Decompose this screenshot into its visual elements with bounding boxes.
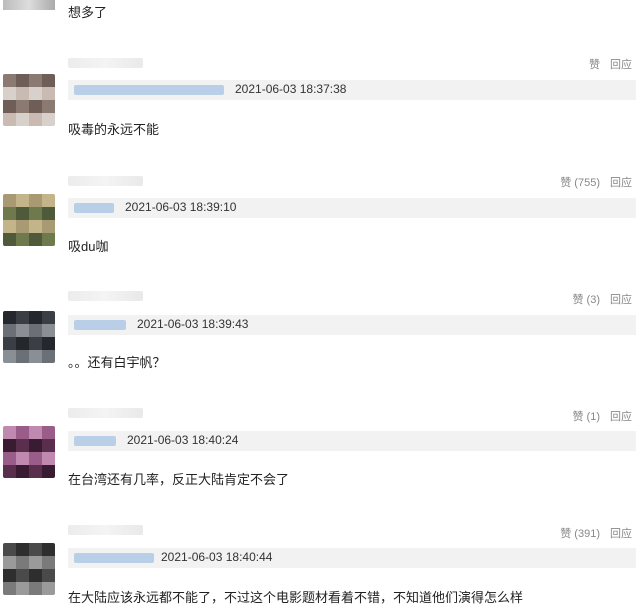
reply-button[interactable]: 回应 [610, 59, 632, 71]
like-button[interactable]: 赞 (1) [573, 411, 601, 423]
avatar[interactable] [3, 426, 55, 478]
username[interactable] [74, 320, 126, 330]
comment-meta-bar: 2021-06-03 18:40:44 [68, 548, 636, 568]
timestamp: 2021-06-03 18:39:10 [125, 200, 237, 214]
username[interactable] [74, 553, 154, 563]
comment-actions: 赞 (1) 回应 [563, 408, 633, 424]
reply-button[interactable]: 回应 [610, 294, 632, 306]
comment-actions: 赞回应 [579, 56, 632, 72]
like-button[interactable]: 赞 (391) [560, 528, 600, 540]
comment-meta-bar: 2021-06-03 18:40:24 [68, 431, 636, 451]
comment-meta-bar: 2021-06-03 18:37:38 [68, 80, 636, 100]
comment-text: 。。还有白宇帆？ [68, 355, 166, 370]
timestamp: 2021-06-03 18:37:38 [235, 82, 347, 96]
comment-text: 吸毒的永远不能 [68, 122, 160, 137]
comment-actions: 赞 (3) 回应 [563, 291, 633, 307]
reply-button[interactable]: 回应 [610, 411, 632, 423]
comment-meta-bar: 2021-06-03 18:39:10 [68, 198, 636, 218]
username-faded [68, 408, 143, 418]
timestamp: 2021-06-03 18:40:44 [161, 550, 273, 564]
username-faded [68, 291, 143, 301]
username-faded [68, 176, 143, 186]
like-button[interactable]: 赞 (3) [573, 294, 601, 306]
username-faded [68, 525, 143, 535]
like-button[interactable]: 赞 (755) [560, 177, 600, 189]
comment-actions: 赞 (755) 回应 [550, 174, 632, 190]
avatar[interactable] [3, 311, 55, 363]
comment-meta-bar: 2021-06-03 18:39:43 [68, 315, 636, 335]
reply-button[interactable]: 回应 [610, 528, 632, 540]
avatar[interactable] [3, 194, 55, 246]
comment-text: 在台湾还有几率，反正大陆肯定不会了 [68, 472, 290, 487]
comment-actions: 赞 (391) 回应 [550, 525, 632, 541]
timestamp: 2021-06-03 18:39:43 [137, 317, 249, 331]
username-faded [68, 58, 143, 68]
avatar[interactable] [3, 74, 55, 126]
timestamp: 2021-06-03 18:40:24 [127, 433, 239, 447]
username[interactable] [74, 203, 114, 213]
avatar[interactable] [3, 543, 55, 595]
username[interactable] [74, 85, 224, 95]
avatar[interactable] [3, 0, 55, 10]
comment-text: 吸du咖 [68, 239, 109, 254]
reply-button[interactable]: 回应 [610, 177, 632, 189]
comment-text: 在大陆应该永远都不能了，不过这个电影题材看着不错，不知道他们演得怎么样 [68, 590, 524, 605]
like-button[interactable]: 赞 [589, 59, 600, 71]
username[interactable] [74, 436, 116, 446]
comment-text: 想多了 [68, 5, 108, 20]
